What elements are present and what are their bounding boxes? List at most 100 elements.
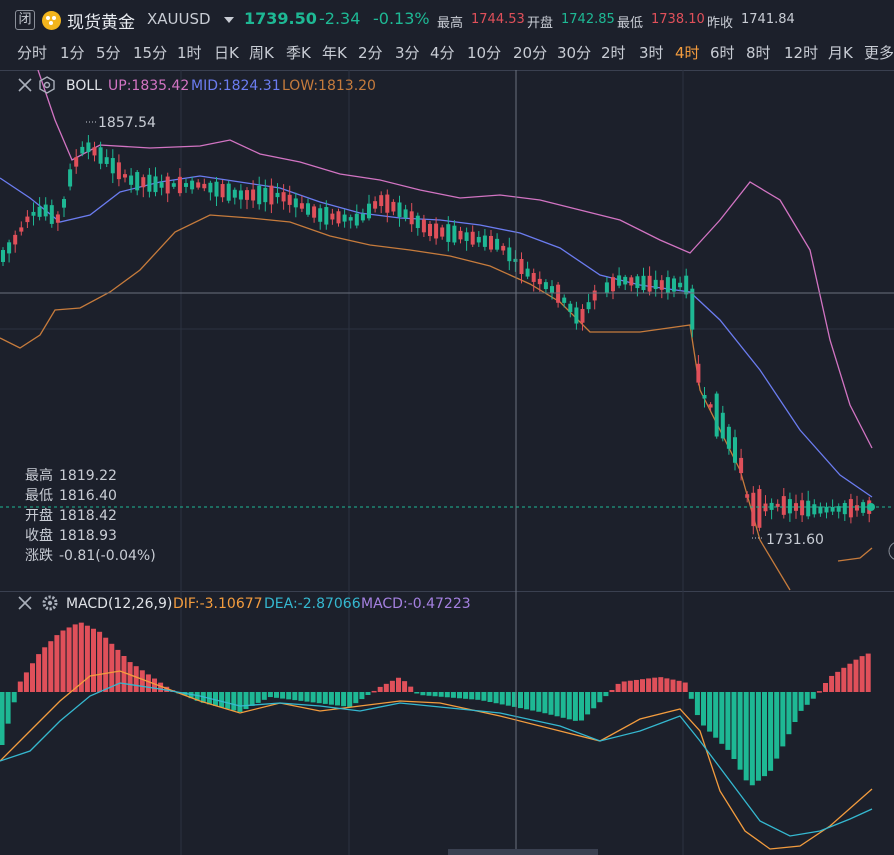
macd-bar: [743, 692, 749, 781]
macd-bar: [42, 647, 48, 692]
scrollbar[interactable]: [448, 849, 598, 855]
period-tab[interactable]: 5分: [96, 42, 121, 63]
candle-body: [251, 189, 256, 201]
candle-body: [733, 437, 737, 463]
macd-bar: [841, 667, 847, 692]
candle-body: [739, 457, 744, 474]
macd-bar: [139, 670, 145, 692]
candle-body: [342, 214, 347, 222]
scroll-latest-icon[interactable]: [888, 542, 894, 560]
macd-bar: [579, 692, 584, 721]
candle-body: [214, 181, 219, 197]
candle-body: [98, 147, 103, 164]
period-tab[interactable]: 6时: [710, 42, 735, 63]
macd-bar: [286, 692, 292, 700]
candle-body: [769, 502, 774, 510]
candle-body: [714, 393, 719, 437]
period-tab[interactable]: 日K: [214, 42, 239, 63]
candle-body: [190, 180, 195, 190]
period-tab[interactable]: 15分: [133, 42, 167, 63]
period-tab[interactable]: 2时: [601, 42, 626, 63]
period-tab[interactable]: 周K: [249, 42, 274, 63]
macd-bar: [243, 692, 249, 709]
period-tab[interactable]: 更多: [864, 42, 894, 63]
macd-bar: [396, 677, 401, 692]
macd-bar: [328, 692, 334, 705]
macd-bar: [542, 692, 548, 714]
period-tab[interactable]: 月K: [828, 42, 853, 63]
low-label: 最低: [617, 16, 644, 31]
period-tab[interactable]: 30分: [557, 42, 591, 63]
candle-body: [842, 502, 847, 515]
period-tab[interactable]: 分时: [17, 42, 47, 63]
period-tab[interactable]: 1时: [177, 42, 202, 63]
period-tab[interactable]: 4分: [430, 42, 455, 63]
kline-chart[interactable]: BOLL UP:1835.42 MID:1824.31 LOW:1813.20 …: [0, 70, 894, 591]
period-tab[interactable]: 年K: [322, 42, 347, 63]
candle-body: [74, 157, 79, 167]
macd-value: MACD:-0.47223: [361, 596, 471, 612]
macd-bar: [377, 686, 383, 692]
candles: [1, 135, 872, 535]
instrument-code[interactable]: XAUUSD: [147, 10, 211, 28]
macd-bar: [5, 692, 11, 724]
close-boll-icon[interactable]: [18, 78, 32, 92]
macd-bar: [658, 677, 664, 692]
info-value: 1819.22: [59, 468, 117, 484]
period-tab[interactable]: 3分: [395, 42, 420, 63]
macd-bar: [371, 690, 377, 693]
macd-bar: [725, 692, 731, 750]
period-tab[interactable]: 2分: [358, 42, 383, 63]
candle-body: [592, 290, 597, 301]
macd-bar: [816, 691, 822, 693]
settings-icon[interactable]: [39, 76, 55, 94]
macd-bar: [261, 692, 267, 700]
period-tab[interactable]: 季K: [286, 42, 311, 63]
macd-dif: DIF:-3.10677: [173, 596, 263, 612]
candle-body: [623, 276, 628, 285]
candle-body: [830, 506, 835, 512]
macd-bar: [432, 692, 438, 697]
period-tab[interactable]: 8时: [746, 42, 771, 63]
period-tab[interactable]: 4时: [675, 42, 700, 63]
candle-body: [446, 224, 451, 242]
candle-body: [397, 202, 402, 218]
instrument-name[interactable]: 现货黄金: [67, 8, 135, 33]
chevron-down-icon[interactable]: [224, 17, 234, 23]
macd-bar: [646, 678, 652, 692]
candle-body: [751, 492, 756, 527]
macd-bar: [145, 674, 151, 692]
candle-body: [25, 216, 30, 223]
macd-bar: [780, 692, 786, 747]
macd-bar: [560, 692, 566, 718]
gear-icon[interactable]: [42, 595, 58, 611]
macd-bar: [127, 662, 133, 692]
candle-body: [367, 203, 371, 219]
close-macd-icon[interactable]: [18, 596, 32, 610]
price-change: -2.34: [319, 9, 361, 28]
macd-bar: [810, 692, 816, 699]
macd-bar: [335, 692, 340, 706]
candle-body: [757, 489, 762, 528]
macd-bar: [749, 692, 755, 786]
macd-chart[interactable]: MACD(12,26,9) DIF:-3.10677 DEA:-2.87066 …: [0, 591, 894, 855]
candle-body: [428, 223, 432, 237]
gold-coin-icon: [42, 11, 61, 30]
info-label: 最低: [25, 488, 53, 504]
period-tab[interactable]: 10分: [467, 42, 501, 63]
period-tab[interactable]: 1分: [60, 42, 85, 63]
candle-body: [31, 211, 36, 216]
period-tab[interactable]: 20分: [513, 42, 547, 63]
candle-body: [269, 185, 274, 205]
period-tab[interactable]: 3时: [639, 42, 664, 63]
period-tab[interactable]: 12时: [784, 42, 818, 63]
candle-body: [635, 276, 640, 289]
boll-lines: [0, 70, 873, 591]
candle-body: [824, 506, 829, 513]
macd-bar: [280, 692, 286, 699]
candle-body: [129, 175, 134, 185]
info-label: 开盘: [25, 507, 53, 524]
boll-up: UP:1835.42: [108, 78, 189, 94]
candle-body: [135, 172, 140, 191]
candle-body: [324, 207, 329, 225]
